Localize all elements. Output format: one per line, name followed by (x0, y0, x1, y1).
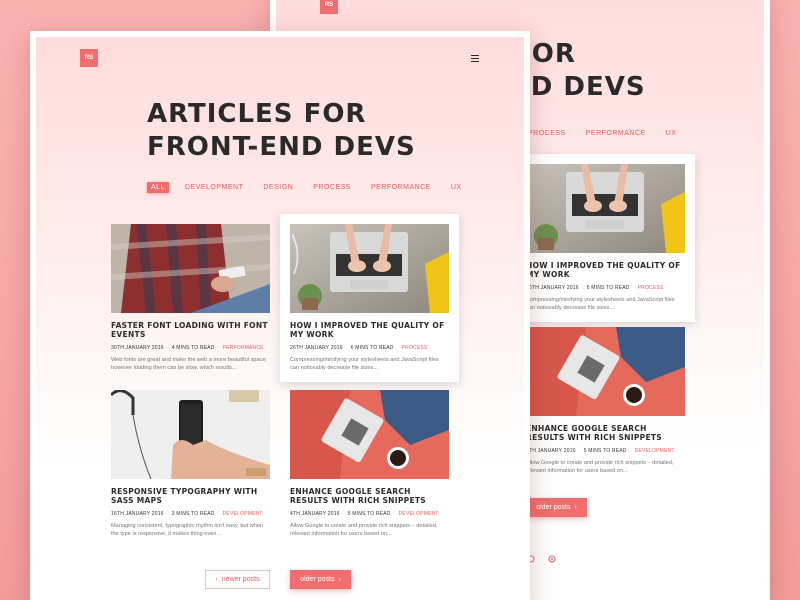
filter-development[interactable]: DEVELOPMENT (181, 182, 247, 193)
older-posts-button[interactable]: older posts › (290, 570, 351, 589)
laptop-typing-image (290, 224, 449, 313)
chevron-right-icon: › (574, 504, 577, 511)
back-card-excerpt: Compressing/minifying your stylesheets a… (526, 297, 675, 311)
chevron-right-icon: › (338, 576, 341, 583)
back-filter-performance[interactable]: PERFORMANCE (582, 128, 650, 139)
coffee-knit-image (290, 390, 449, 479)
page-title-line1: ARTICLES FOR (147, 99, 367, 129)
front-page: RS ARTICLES FOR FRONT-END DEVS ALL DEVEL… (30, 31, 530, 600)
article-card[interactable]: ENHANCE GOOGLE SEARCH RESULTS WITH RICH … (290, 390, 449, 538)
back-logo[interactable]: RS (320, 0, 338, 14)
back-card-date: 26TH JANUARY 2016 (526, 285, 579, 291)
back-card-category[interactable]: PROCESS (638, 285, 664, 291)
article-title[interactable]: RESPONSIVE TYPOGRAPHY WITH SASS MAPS (111, 487, 270, 505)
article-excerpt: Web fonts are great and make the web a m… (111, 357, 267, 371)
hamburger-menu-icon[interactable] (471, 55, 479, 63)
article-category[interactable]: PROCESS (402, 345, 428, 351)
site-logo[interactable]: RS (80, 49, 98, 67)
article-date: 16TH JANUARY 2016 (111, 511, 164, 517)
article-excerpt: Compressing/minifying your stylesheets a… (290, 357, 439, 371)
article-category[interactable]: DEVELOPMENT (223, 511, 263, 517)
article-title[interactable]: FASTER FONT LOADING WITH FONT EVENTS (111, 321, 270, 339)
filter-ux[interactable]: UX (447, 182, 466, 193)
back-card-2-category[interactable]: DEVELOPMENT (635, 448, 675, 454)
back-article-card-2[interactable]: ENHANCE GOOGLE SEARCH RESULTS WITH RICH … (526, 327, 685, 475)
article-date: 30TH JANUARY 2016 (111, 345, 164, 351)
back-filter-process[interactable]: PROCESS (524, 128, 570, 139)
article-read-time: 3 MINS TO READ (171, 511, 215, 517)
back-card-2-title[interactable]: ENHANCE GOOGLE SEARCH RESULTS WITH RICH … (526, 424, 685, 442)
article-title[interactable]: ENHANCE GOOGLE SEARCH RESULTS WITH RICH … (290, 487, 449, 505)
chevron-left-icon: ‹ (215, 576, 218, 583)
article-meta: 4TH JANUARY 2016 5 MINS TO READ DEVELOPM… (290, 511, 449, 517)
article-card-featured[interactable]: HOW I IMPROVED THE QUALITY OF MY WORK 26… (280, 214, 459, 382)
laptop-typing-image (526, 164, 685, 253)
article-meta: 26TH JANUARY 2016 6 MINS TO READ PROCESS (290, 345, 449, 351)
article-excerpt: Managing consistent, typographic rhythm … (111, 523, 264, 537)
article-read-time: 5 MINS TO READ (347, 511, 391, 517)
article-card[interactable]: RESPONSIVE TYPOGRAPHY WITH SASS MAPS 16T… (111, 390, 270, 538)
back-card-meta: 26TH JANUARY 2016 6 MINS TO READ PROCESS (526, 285, 685, 291)
older-posts-label: older posts (300, 576, 335, 583)
page-title-line2: FRONT-END DEVS (147, 132, 416, 162)
category-filter-bar: ALL DEVELOPMENT DESIGN PROCESS PERFORMAN… (147, 182, 466, 193)
filter-design[interactable]: DESIGN (259, 182, 297, 193)
article-title[interactable]: HOW I IMPROVED THE QUALITY OF MY WORK (290, 321, 449, 339)
article-excerpt: Allow Google to create and provide rich … (290, 523, 438, 537)
smartphone-hand-image (111, 390, 270, 479)
page-title: ARTICLES FOR FRONT-END DEVS (147, 98, 416, 164)
back-card-2-excerpt: Allow Google to create and provide rich … (526, 460, 674, 474)
article-category[interactable]: DEVELOPMENT (399, 511, 439, 517)
back-filter-bar: PROCESS PERFORMANCE UX (524, 128, 680, 139)
newer-posts-button[interactable]: ‹ newer posts (205, 570, 270, 589)
back-logo-text: RS (324, 2, 334, 8)
coffee-knit-image (526, 327, 685, 416)
phone-user-image (111, 224, 270, 313)
back-card-2-meta: 4TH JANUARY 2016 5 MINS TO READ DEVELOPM… (526, 448, 685, 454)
article-meta: 16TH JANUARY 2016 3 MINS TO READ DEVELOP… (111, 511, 270, 517)
back-card-title[interactable]: HOW I IMPROVED THE QUALITY OF MY WORK (526, 261, 685, 279)
back-older-posts-button[interactable]: older posts › (526, 498, 587, 517)
article-date: 4TH JANUARY 2016 (290, 511, 340, 517)
back-card-2-date: 4TH JANUARY 2016 (526, 448, 576, 454)
back-card-read-time: 6 MINS TO READ (586, 285, 630, 291)
filter-performance[interactable]: PERFORMANCE (367, 182, 435, 193)
back-older-posts-label: older posts (536, 504, 571, 511)
article-category[interactable]: PERFORMANCE (223, 345, 264, 351)
back-filter-ux[interactable]: UX (662, 128, 681, 139)
logo-text: RS (84, 55, 94, 61)
article-card[interactable]: FASTER FONT LOADING WITH FONT EVENTS 30T… (111, 224, 270, 372)
article-date: 26TH JANUARY 2016 (290, 345, 343, 351)
back-article-card[interactable]: HOW I IMPROVED THE QUALITY OF MY WORK 26… (516, 154, 695, 322)
article-meta: 30TH JANUARY 2016 4 MINS TO READ PERFORM… (111, 345, 270, 351)
filter-process[interactable]: PROCESS (309, 182, 355, 193)
front-page-canvas: RS ARTICLES FOR FRONT-END DEVS ALL DEVEL… (36, 37, 524, 600)
filter-all[interactable]: ALL (147, 182, 169, 193)
github-icon[interactable] (546, 553, 557, 564)
article-read-time: 4 MINS TO READ (171, 345, 215, 351)
article-read-time: 6 MINS TO READ (350, 345, 394, 351)
newer-posts-label: newer posts (221, 576, 260, 583)
back-card-2-read-time: 5 MINS TO READ (583, 448, 627, 454)
